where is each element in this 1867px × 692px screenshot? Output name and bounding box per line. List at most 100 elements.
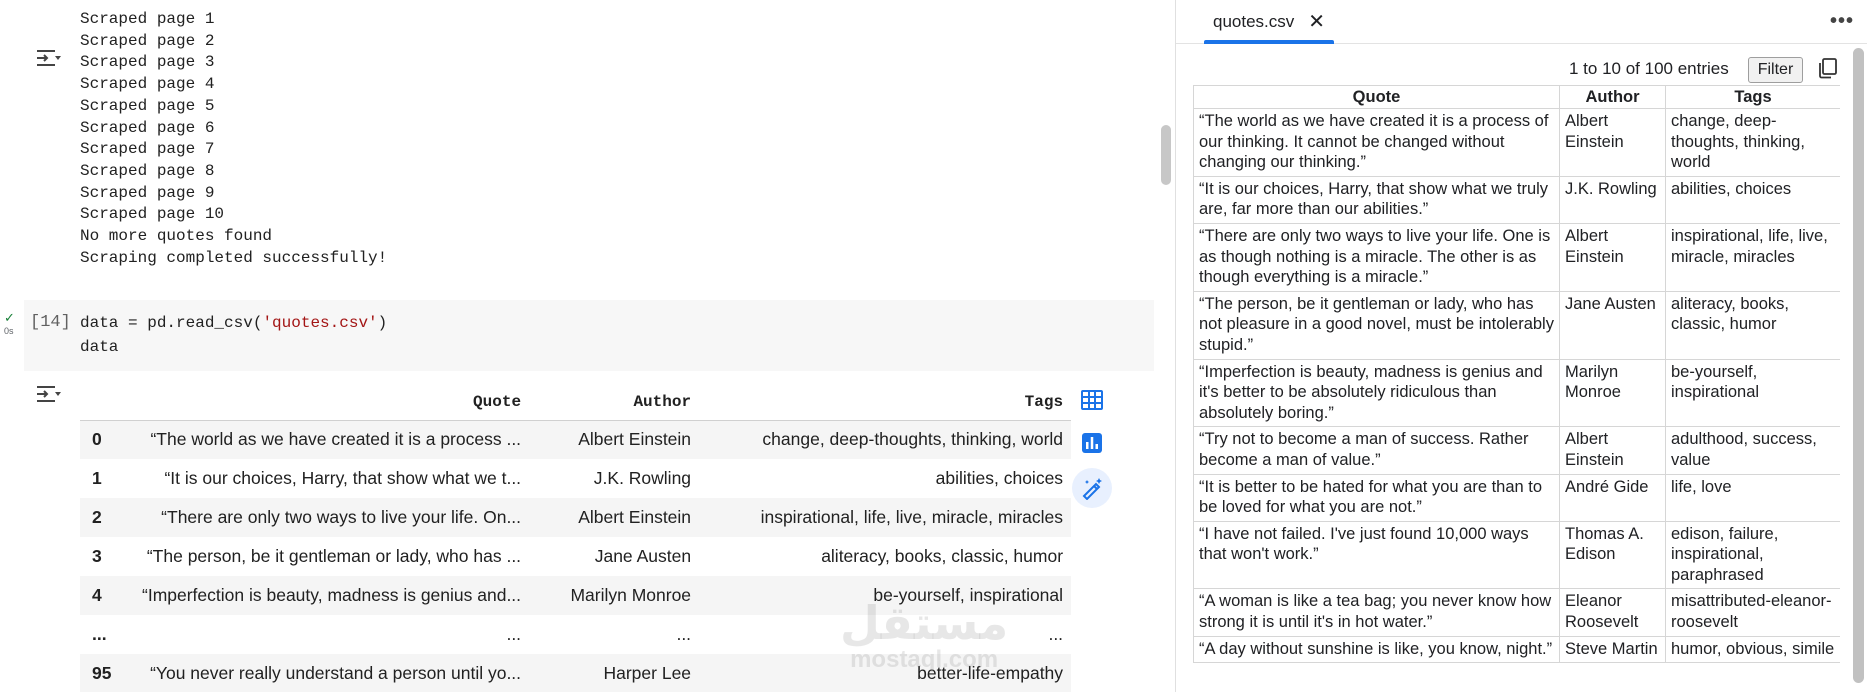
- quotes-table-container: Quote Author Tags “The world as we have …: [1193, 85, 1840, 690]
- code-string: 'quotes.csv': [262, 314, 378, 332]
- quotes-table: Quote Author Tags “The world as we have …: [1193, 85, 1840, 664]
- notebook-scrollbar[interactable]: [1161, 125, 1171, 185]
- table-row: “It is better to be hated for what you a…: [1193, 473, 1840, 522]
- tags-cell: adulthood, success, value: [1665, 426, 1840, 475]
- column-header-tags: Tags: [699, 384, 1072, 421]
- row-index: 2: [80, 498, 134, 537]
- log-line: Scraped page 5: [80, 96, 215, 115]
- table-view-button[interactable]: [1072, 380, 1112, 420]
- tags-cell: abilities, choices: [1665, 175, 1840, 224]
- more-options-icon[interactable]: •••: [1830, 10, 1854, 33]
- code-token: data = pd.read_csv(: [80, 314, 263, 332]
- table-row: “There are only two ways to live your li…: [1193, 222, 1840, 292]
- tags-cell: inspirational, life, live, miracle, mira…: [1665, 222, 1840, 292]
- tags-cell: change, deep-thoughts, thinking, world: [1665, 108, 1840, 177]
- author-cell: Albert Einstein: [1559, 108, 1666, 177]
- tags-cell: edison, failure, inspirational, paraphra…: [1665, 520, 1840, 590]
- quote-cell: “A day without sunshine is like, you kno…: [1193, 635, 1560, 664]
- chart-suggest-button[interactable]: [1072, 423, 1112, 463]
- run-status-icon: ✓: [4, 310, 15, 325]
- row-index: ...: [92, 624, 107, 644]
- code-editor[interactable]: data = pd.read_csv('quotes.csv') data: [80, 311, 387, 359]
- output-collapse-icon[interactable]: [34, 382, 62, 406]
- notebook-pane: Scraped page 1 Scraped page 2 Scraped page…: [0, 0, 1172, 692]
- tags-cell: inspirational, life, live, miracle, mira…: [699, 498, 1072, 537]
- table-row: 1 “It is our choices, Harry, that show wh…: [80, 459, 1071, 498]
- tags-cell: abilities, choices: [935, 468, 1064, 488]
- column-header-quote[interactable]: Quote: [1193, 85, 1560, 109]
- log-line: Scraping completed successfully!: [80, 248, 388, 267]
- author-cell: ...: [676, 624, 692, 644]
- output-collapse-icon[interactable]: [34, 46, 62, 70]
- watermark-latin: mostaql.com: [850, 646, 999, 673]
- tab-bar: quotes.csv ✕ •••: [1176, 0, 1867, 44]
- author-cell: Marilyn Monroe: [1559, 358, 1666, 428]
- quote-cell: ...: [506, 624, 522, 644]
- log-line: No more quotes found: [80, 227, 273, 246]
- author-cell: Albert Einstein: [529, 420, 700, 459]
- author-cell: André Gide: [1559, 473, 1666, 522]
- tags-cell: humor, obvious, simile: [1665, 635, 1840, 664]
- author-cell: Harper Lee: [529, 654, 700, 692]
- quote-cell: “It is our choices, Harry, that show wha…: [164, 468, 522, 488]
- table-row: “A woman is like a tea bag; you never kn…: [1193, 588, 1840, 637]
- quote-cell: “The person, be it gentleman or lady, wh…: [146, 546, 522, 566]
- tags-cell: life, love: [1665, 473, 1840, 522]
- tags-cell: change, deep-thoughts, thinking, world: [699, 420, 1072, 459]
- table-row: 3 “The person, be it gentleman or lady, w…: [80, 537, 1071, 576]
- author-cell: Steve Martin: [1559, 635, 1666, 664]
- quote-cell: “Try not to become a man of success. Rat…: [1193, 426, 1560, 475]
- panel-scrollbar[interactable]: [1853, 48, 1864, 683]
- dataframe-header-row: Quote Author Tags: [80, 384, 1072, 421]
- column-header-index: [80, 384, 134, 421]
- quote-cell: “Imperfection is beauty, madness is geni…: [1193, 358, 1560, 428]
- column-header-tags[interactable]: Tags: [1665, 85, 1840, 109]
- author-cell: Jane Austen: [1559, 290, 1666, 360]
- row-index: 3: [92, 546, 102, 566]
- code-token: ): [377, 314, 388, 332]
- author-cell: Jane Austen: [594, 546, 692, 566]
- quote-cell: “I have not failed. I've just found 10,0…: [1193, 520, 1560, 590]
- row-index: 1: [92, 468, 102, 488]
- table-row: “It is our choices, Harry, that show wha…: [1193, 175, 1840, 224]
- log-line: Scraped page 6: [80, 118, 215, 137]
- table-row: “A day without sunshine is like, you kno…: [1193, 635, 1840, 664]
- author-cell: Marilyn Monroe: [529, 576, 700, 615]
- close-icon[interactable]: ✕: [1308, 12, 1325, 32]
- quote-cell: “It is better to be hated for what you a…: [1193, 473, 1560, 522]
- table-row: “Imperfection is beauty, madness is geni…: [1193, 358, 1840, 428]
- filter-button[interactable]: Filter: [1748, 57, 1803, 83]
- table-icon: [1081, 390, 1103, 410]
- watermark-arabic: مستقل: [840, 596, 1009, 650]
- quote-cell: “There are only two ways to live your li…: [134, 498, 530, 537]
- column-header-author[interactable]: Author: [1559, 85, 1666, 109]
- quote-cell: “The person, be it gentleman or lady, wh…: [1193, 290, 1560, 360]
- author-cell: Albert Einstein: [1559, 426, 1666, 475]
- table-row: “I have not failed. I've just found 10,0…: [1193, 520, 1840, 590]
- tab-quotes-csv[interactable]: quotes.csv ✕: [1204, 0, 1334, 44]
- active-tab-indicator: [1204, 40, 1334, 44]
- log-line: Scraped page 1: [80, 10, 215, 28]
- log-line: Scraped page 8: [80, 161, 215, 180]
- log-line: Scraped page 3: [80, 53, 215, 72]
- table-row: 2 “There are only two ways to live your l…: [80, 498, 1072, 537]
- magic-button[interactable]: [1072, 468, 1112, 508]
- data-table-panel: quotes.csv ✕ ••• 1 to 10 of 100 entries …: [1175, 0, 1867, 692]
- watermark: مستقل mostaql.com: [840, 600, 1008, 674]
- copy-icon[interactable]: [1816, 57, 1838, 79]
- quotes-table-header: Quote Author Tags: [1193, 85, 1840, 109]
- table-row: “The world as we have created it is a pr…: [1193, 108, 1840, 177]
- quote-cell: “The world as we have created it is a pr…: [134, 420, 530, 459]
- author-cell: J.K. Rowling: [1559, 175, 1666, 224]
- table-row: 0 “The world as we have created it is a p…: [80, 420, 1072, 459]
- author-cell: Eleanor Roosevelt: [1559, 588, 1666, 637]
- code-token: data: [80, 338, 119, 356]
- tags-cell: aliteracy, books, classic, humor: [821, 546, 1064, 566]
- table-row: “Try not to become a man of success. Rat…: [1193, 426, 1840, 475]
- scrape-log: Scraped page 1 Scraped page 2 Scraped page…: [80, 9, 387, 269]
- execution-count[interactable]: [14]: [30, 313, 71, 332]
- entries-count: 1 to 10 of 100 entries: [1569, 59, 1729, 78]
- run-time: 0s: [4, 326, 14, 336]
- row-index: 0: [80, 420, 134, 459]
- author-cell: Albert Einstein: [1559, 222, 1666, 292]
